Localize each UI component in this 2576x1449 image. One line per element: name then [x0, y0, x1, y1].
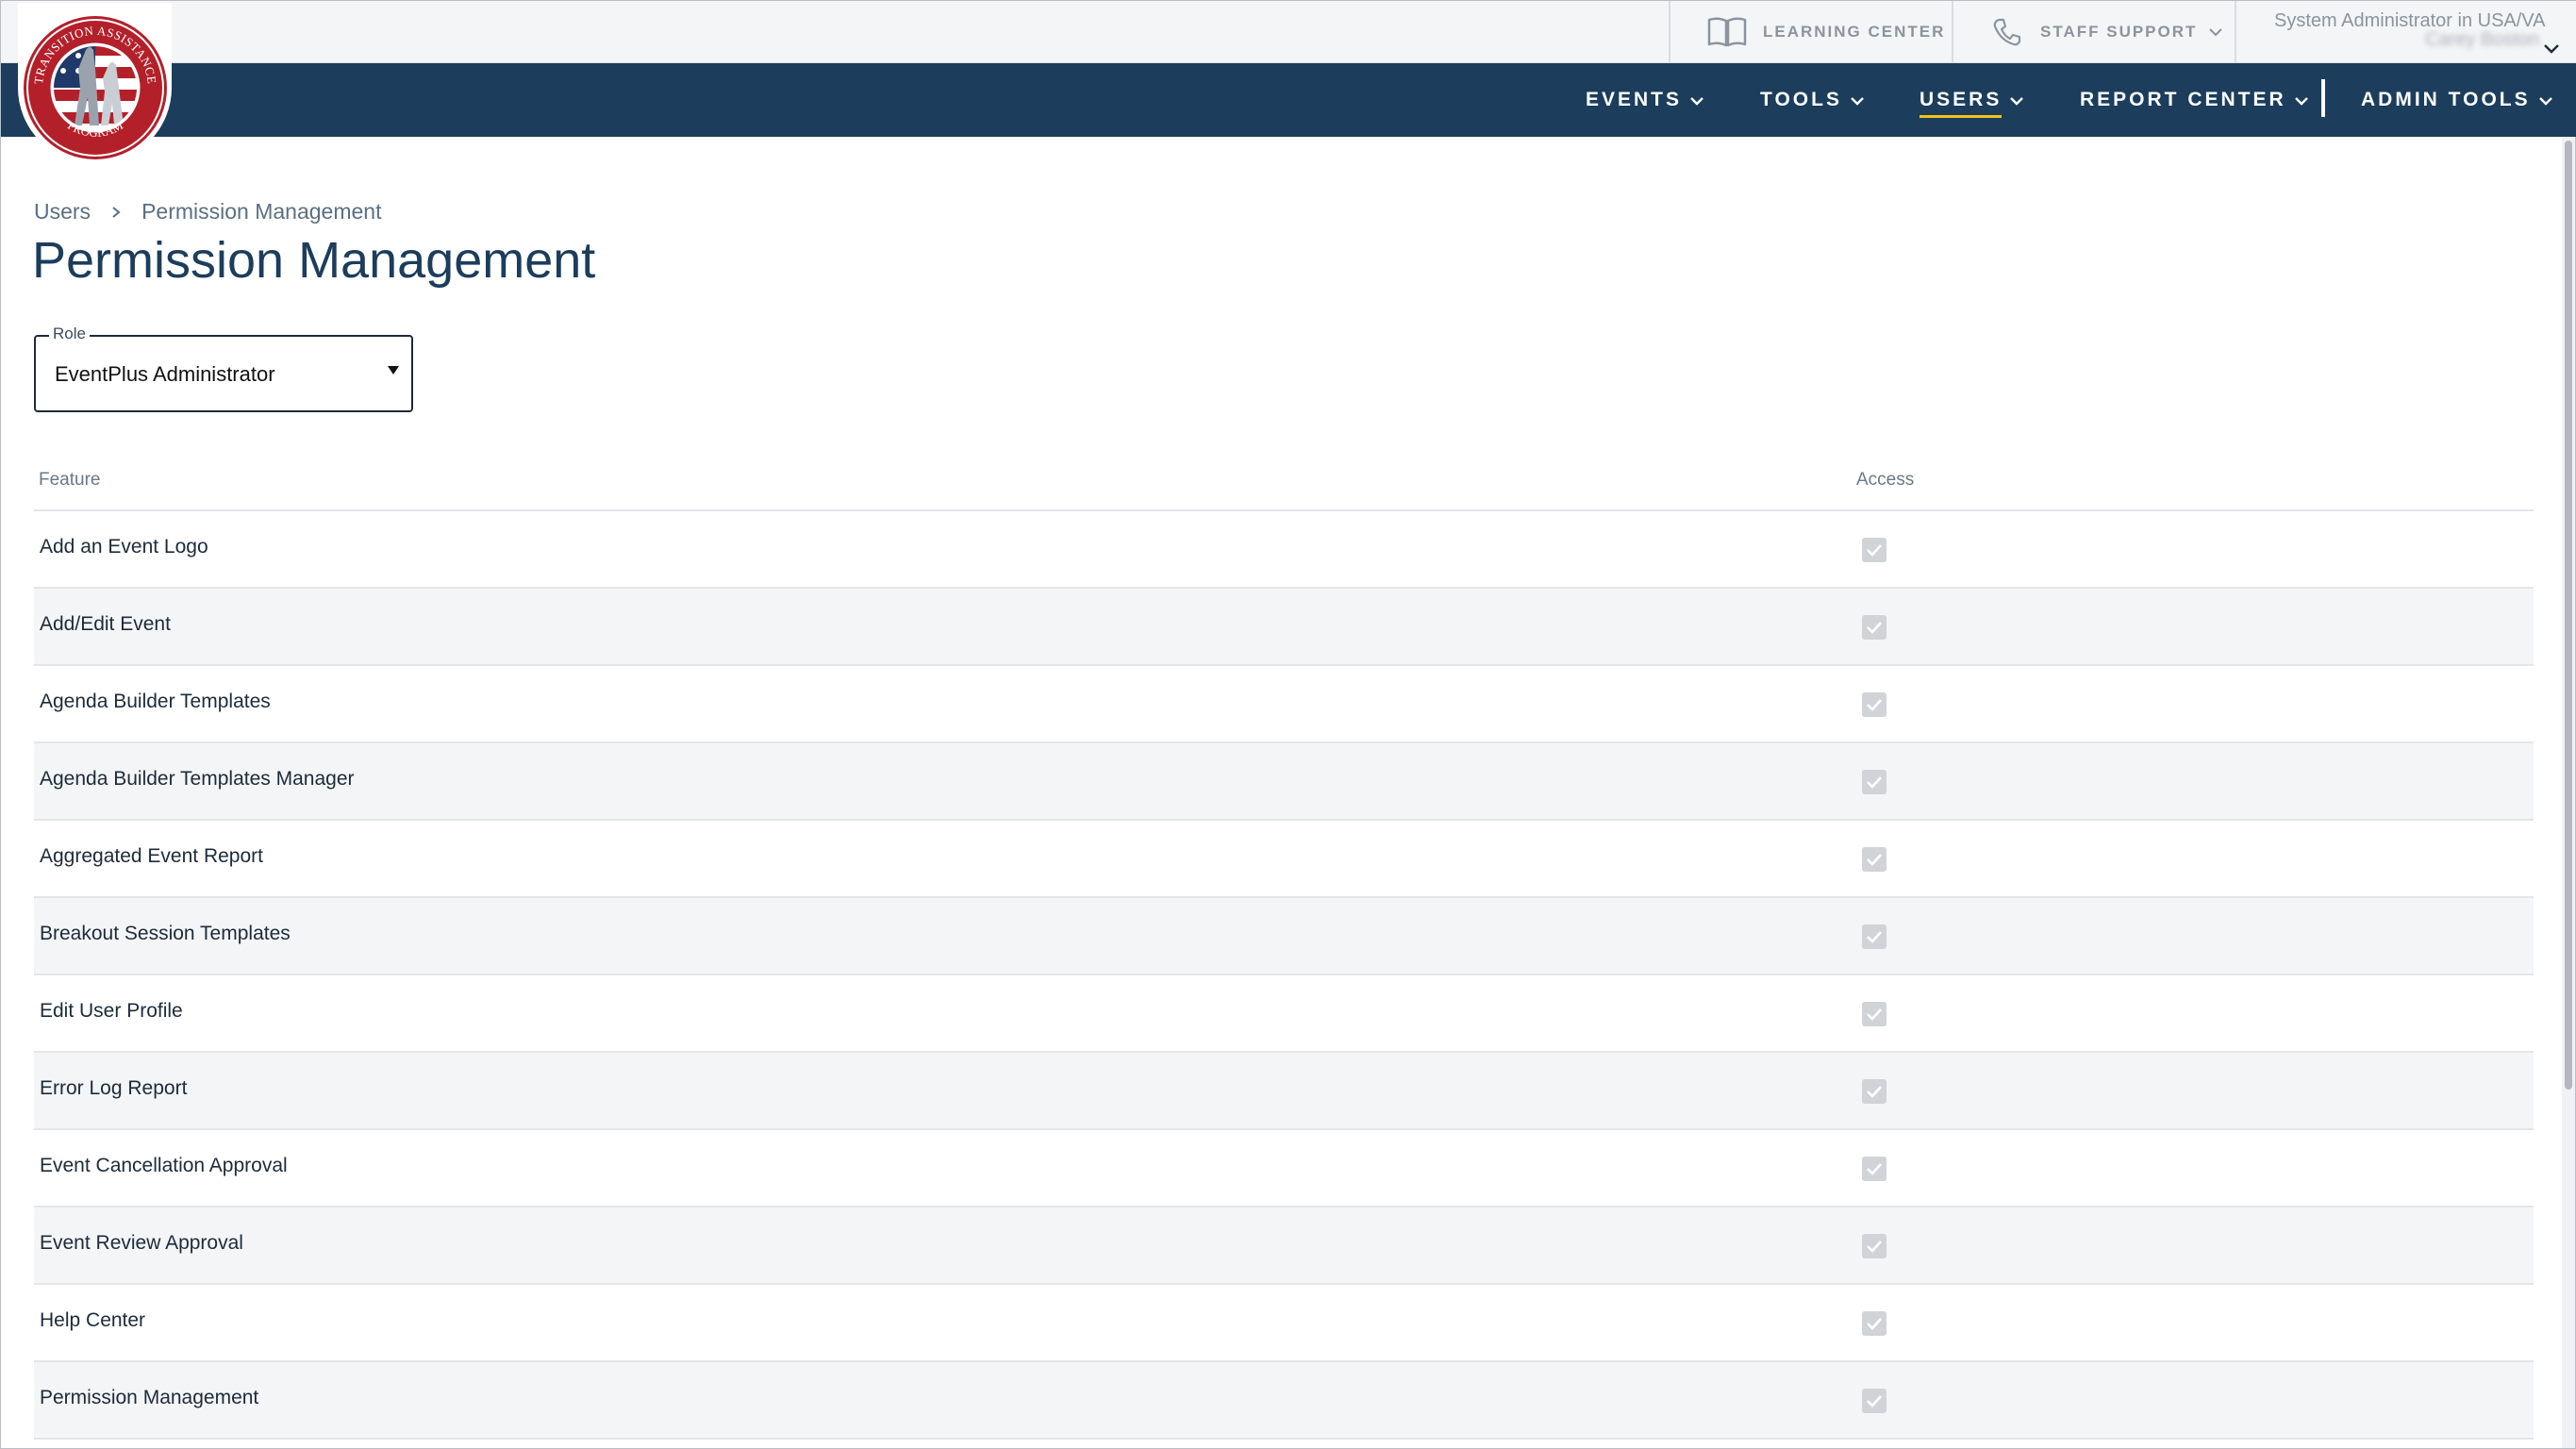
checkmark-icon — [1867, 1008, 1882, 1021]
table-header: Feature Access — [34, 460, 2534, 511]
feature-name: Help Center — [40, 1309, 146, 1331]
phone-icon — [1991, 16, 2023, 48]
feature-name: Edit User Profile — [40, 1000, 183, 1022]
checkmark-icon — [1867, 1086, 1882, 1098]
page-title: Permission Management — [32, 232, 596, 289]
column-header-access: Access — [1856, 470, 1915, 490]
chevron-down-icon — [1689, 89, 1704, 111]
feature-name: Add an Event Logo — [40, 536, 208, 558]
table-row: Help Center — [34, 1285, 2534, 1362]
user-name-text: Carey Boston — [2425, 29, 2540, 50]
access-checkbox[interactable] — [1862, 1079, 1886, 1104]
table-row: Error Log Report — [34, 1053, 2534, 1130]
access-checkbox[interactable] — [1862, 1311, 1886, 1336]
role-select[interactable]: Role EventPlus Administrator — [34, 325, 413, 412]
access-checkbox[interactable] — [1862, 1002, 1886, 1026]
table-row: Add/Edit Event — [34, 589, 2534, 666]
table-row: Agenda Builder Templates — [34, 666, 2534, 743]
access-checkbox[interactable] — [1862, 1234, 1886, 1258]
user-menu[interactable]: System Administrator in USA/VA Carey Bos… — [2235, 1, 2576, 62]
breadcrumb: Users Permission Management — [34, 199, 381, 225]
column-header-feature: Feature — [39, 470, 101, 490]
staff-support-label: STAFF SUPPORT — [2040, 22, 2198, 41]
access-checkbox[interactable] — [1862, 1157, 1886, 1181]
table-row: Event Cancellation Approval — [34, 1130, 2534, 1208]
utility-bar: LEARNING CENTER STAFF SUPPORT System Adm… — [1, 1, 2576, 63]
page-scrollbar[interactable] — [2562, 137, 2575, 1448]
nav-report-center[interactable]: REPORT CENTER — [2080, 63, 2309, 137]
table-row: Event Review Approval — [34, 1208, 2534, 1285]
nav-admin-tools[interactable]: ADMIN TOOLS — [2361, 63, 2553, 137]
chevron-down-icon — [2009, 89, 2024, 111]
checkmark-icon — [1867, 622, 1882, 634]
access-checkbox[interactable] — [1862, 1389, 1886, 1413]
feature-name: Agenda Builder Templates — [40, 691, 271, 712]
chevron-down-icon — [1850, 89, 1865, 111]
checkmark-icon — [1867, 1318, 1882, 1330]
nav-divider — [2321, 79, 2325, 117]
breadcrumb-current: Permission Management — [141, 199, 382, 224]
chevron-down-icon — [2208, 27, 2223, 37]
feature-name: Breakout Session Templates — [40, 923, 291, 944]
nav-users[interactable]: USERS — [1920, 63, 2024, 137]
checkmark-icon — [1867, 1163, 1882, 1175]
nav-label: REPORT CENTER — [2080, 89, 2286, 110]
nav-label: EVENTS — [1586, 89, 1683, 110]
chevron-down-icon — [2538, 89, 2553, 111]
role-label: Role — [49, 325, 90, 343]
access-checkbox[interactable] — [1862, 615, 1886, 640]
checkmark-icon — [1867, 544, 1882, 557]
feature-name: Event Cancellation Approval — [40, 1155, 288, 1176]
table-body: Add an Event Logo Add/Edit Event Agenda Bu… — [34, 511, 2534, 1440]
checkmark-icon — [1867, 931, 1882, 943]
checkmark-icon — [1867, 1395, 1882, 1407]
feature-name: Permission Management — [40, 1387, 259, 1408]
checkmark-icon — [1867, 854, 1882, 866]
nav-label: USERS — [1920, 89, 2003, 118]
access-checkbox[interactable] — [1862, 538, 1886, 562]
nav-label: ADMIN TOOLS — [2361, 89, 2531, 110]
nav-events[interactable]: EVENTS — [1586, 63, 1704, 137]
access-checkbox[interactable] — [1862, 692, 1886, 717]
table-row: Edit User Profile — [34, 975, 2534, 1053]
table-row: Permission Management — [34, 1362, 2534, 1440]
caret-down-icon — [387, 359, 400, 381]
learning-center-label: LEARNING CENTER — [1763, 22, 1946, 41]
role-value: EventPlus Administrator — [55, 362, 275, 386]
nav-label: TOOLS — [1760, 89, 1842, 110]
staff-support-menu[interactable]: STAFF SUPPORT — [1952, 1, 2235, 62]
chevron-down-icon[interactable] — [2543, 42, 2560, 59]
main-nav: EVENTS TOOLS USERS REPORT CENTER ADMIN T… — [1, 63, 2576, 137]
checkmark-icon — [1867, 776, 1882, 789]
program-logo[interactable]: TRANSITION ASSISTANCE PROGRAM — [18, 3, 172, 163]
nav-tools[interactable]: TOOLS — [1760, 63, 1865, 137]
feature-name: Aggregated Event Report — [40, 845, 263, 867]
chevron-down-icon — [2294, 89, 2309, 111]
app-window: LEARNING CENTER STAFF SUPPORT System Adm… — [0, 0, 2576, 1449]
breadcrumb-users[interactable]: Users — [34, 199, 91, 225]
access-checkbox[interactable] — [1862, 770, 1886, 794]
chevron-right-icon — [111, 199, 121, 225]
feature-name: Add/Edit Event — [40, 613, 171, 635]
table-row: Breakout Session Templates — [34, 898, 2534, 975]
access-checkbox[interactable] — [1862, 924, 1886, 949]
learning-center-link[interactable]: LEARNING CENTER — [1669, 1, 1952, 62]
book-icon — [1706, 15, 1748, 49]
table-row: Add an Event Logo — [34, 511, 2534, 589]
scrollbar-thumb[interactable] — [2565, 141, 2572, 1090]
access-checkbox[interactable] — [1862, 847, 1886, 872]
checkmark-icon — [1867, 699, 1882, 711]
permissions-table: Feature Access Add an Event Logo Add/Edit… — [34, 460, 2534, 1440]
feature-name: Error Log Report — [40, 1077, 188, 1099]
feature-name: Agenda Builder Templates Manager — [40, 768, 355, 790]
table-row: Aggregated Event Report — [34, 821, 2534, 898]
table-row: Agenda Builder Templates Manager — [34, 743, 2534, 821]
checkmark-icon — [1867, 1241, 1882, 1253]
seal-icon: TRANSITION ASSISTANCE PROGRAM — [24, 16, 167, 159]
feature-name: Event Review Approval — [40, 1232, 243, 1254]
